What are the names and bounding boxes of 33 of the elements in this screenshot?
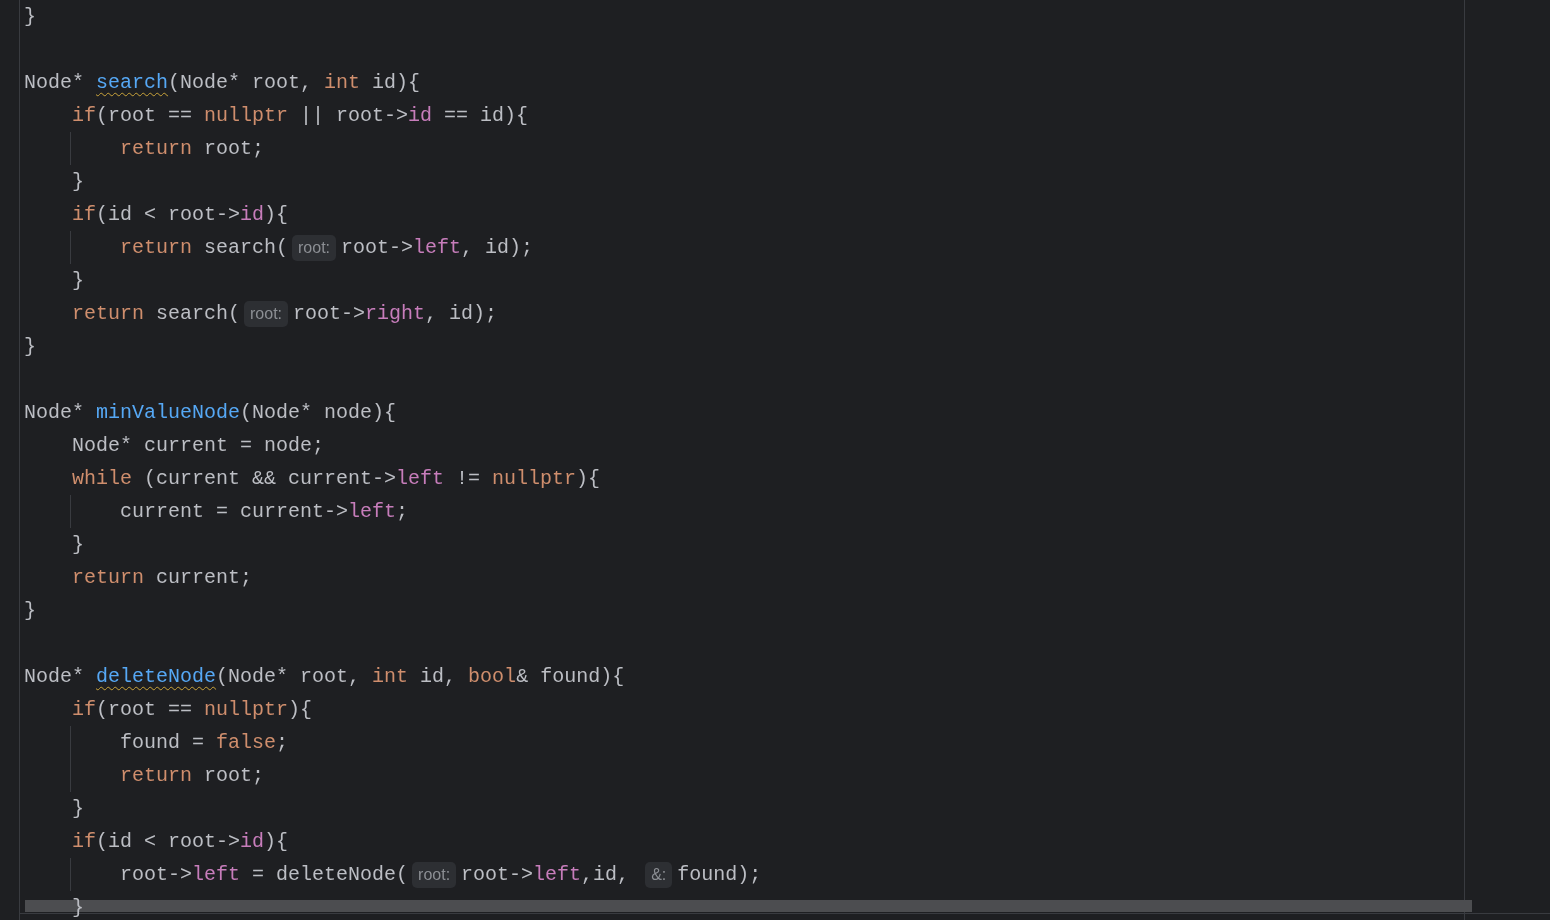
code-text: found = false; [120,730,289,756]
code-text: return search( [72,301,241,327]
code-text: } [72,268,84,294]
code-text: if(root == nullptr){ [72,697,313,723]
code-text: if(id < root->id){ [72,829,289,855]
code-text: return current; [72,565,253,591]
code-text: Node* search(Node* root, int id){ [24,70,421,96]
code-text: return root; [120,136,265,162]
code-text: root->right, id); [293,301,498,327]
parameter-hint: root: [412,861,457,888]
code-text: while (current && current->left != nullptr){ [72,466,601,492]
code-text: root->left = deleteNode( [120,862,409,888]
parameter-hint: root: [244,300,289,327]
code-text: if(root == nullptr || root->id == id){ [72,103,529,129]
code-text: current = current->left; [120,499,409,525]
code-text: root->left,id, [461,862,631,888]
code-text: if(id < root->id){ [72,202,289,228]
code-text: } [24,598,36,624]
code-text: } [24,334,36,360]
code-text: } [72,532,84,558]
code-text: Node* minValueNode(Node* node){ [24,400,397,426]
parameter-hint: root: [292,234,337,261]
code-text: } [24,4,36,30]
code-text: } [72,796,84,822]
code-text: return root; [120,763,265,789]
code-text: } [72,169,84,195]
code-text: root->left, id); [341,235,534,261]
code-text: return search( [120,235,289,261]
code-text: found); [677,862,762,888]
code-text: Node* current = node; [72,433,325,459]
code-text: } [72,895,84,920]
code-text: Node* deleteNode(Node* root, int id, bool& found){ [24,664,625,690]
parameter-hint: &: [645,861,673,888]
